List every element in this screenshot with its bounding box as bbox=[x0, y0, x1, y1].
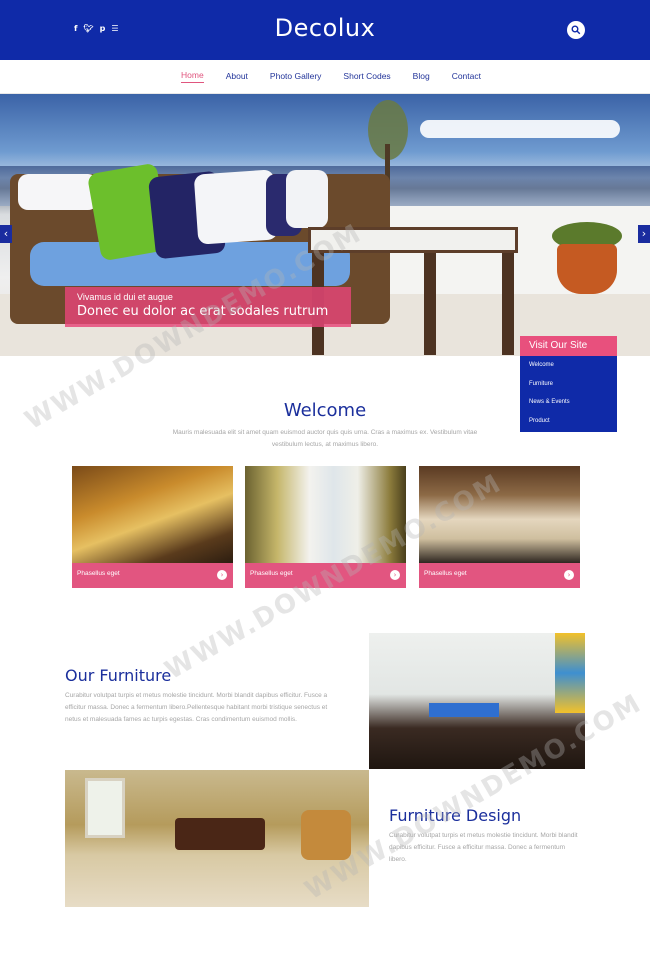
search-button[interactable] bbox=[567, 21, 585, 39]
nav-blog[interactable]: Blog bbox=[413, 71, 430, 83]
welcome-text: Mauris malesuada elit sit amet quam euis… bbox=[172, 429, 478, 448]
arrow-circle-icon[interactable]: › bbox=[217, 570, 227, 580]
slider-prev-arrow[interactable]: ‹ bbox=[0, 225, 12, 243]
card-caption: Phasellus eget bbox=[250, 570, 293, 577]
gallery-card[interactable]: Phasellus eget › bbox=[72, 466, 233, 588]
visit-link-welcome[interactable]: Welcome bbox=[520, 356, 617, 375]
main-nav: Home About Photo Gallery Short Codes Blo… bbox=[0, 60, 650, 94]
card-caption: Phasellus eget bbox=[424, 570, 467, 577]
hero-clouds bbox=[420, 120, 620, 138]
hero-pillow-white3 bbox=[286, 170, 328, 228]
visit-link-furniture[interactable]: Furniture bbox=[520, 375, 617, 394]
arrow-circle-icon[interactable]: › bbox=[390, 570, 400, 580]
armchair-shape bbox=[301, 810, 351, 860]
top-header: f 🐦︎ p ☰ Decolux bbox=[0, 0, 650, 60]
furniture-text: Curabitur volutpat turpis et metus moles… bbox=[65, 692, 328, 723]
arrow-circle-icon[interactable]: › bbox=[564, 570, 574, 580]
card-image-living-room bbox=[72, 466, 233, 563]
dining-wall-art bbox=[555, 633, 585, 713]
search-icon bbox=[571, 25, 581, 35]
furniture-heading: Our Furniture bbox=[65, 666, 172, 685]
nav-photo-gallery[interactable]: Photo Gallery bbox=[270, 71, 322, 83]
site-logo[interactable]: Decolux bbox=[0, 14, 650, 42]
nav-about[interactable]: About bbox=[226, 71, 248, 83]
hero-pot bbox=[557, 244, 617, 294]
nav-home[interactable]: Home bbox=[181, 70, 204, 83]
nav-contact[interactable]: Contact bbox=[452, 71, 481, 83]
card-caption: Phasellus eget bbox=[77, 570, 120, 577]
slider-next-arrow[interactable]: › bbox=[638, 225, 650, 243]
hero-table-leg bbox=[424, 253, 436, 355]
card-caption-bar: Phasellus eget › bbox=[419, 563, 580, 588]
billiard-table-shape bbox=[175, 818, 265, 850]
dining-table-shape bbox=[429, 703, 499, 717]
visit-box-title: Visit Our Site bbox=[520, 336, 617, 356]
nav-short-codes[interactable]: Short Codes bbox=[343, 71, 390, 83]
hero-table-leg bbox=[502, 253, 514, 355]
card-caption-bar: Phasellus eget › bbox=[72, 563, 233, 588]
window-shape bbox=[85, 778, 125, 838]
welcome-heading: Welcome bbox=[283, 400, 367, 421]
hero-pillow-white bbox=[18, 174, 98, 210]
